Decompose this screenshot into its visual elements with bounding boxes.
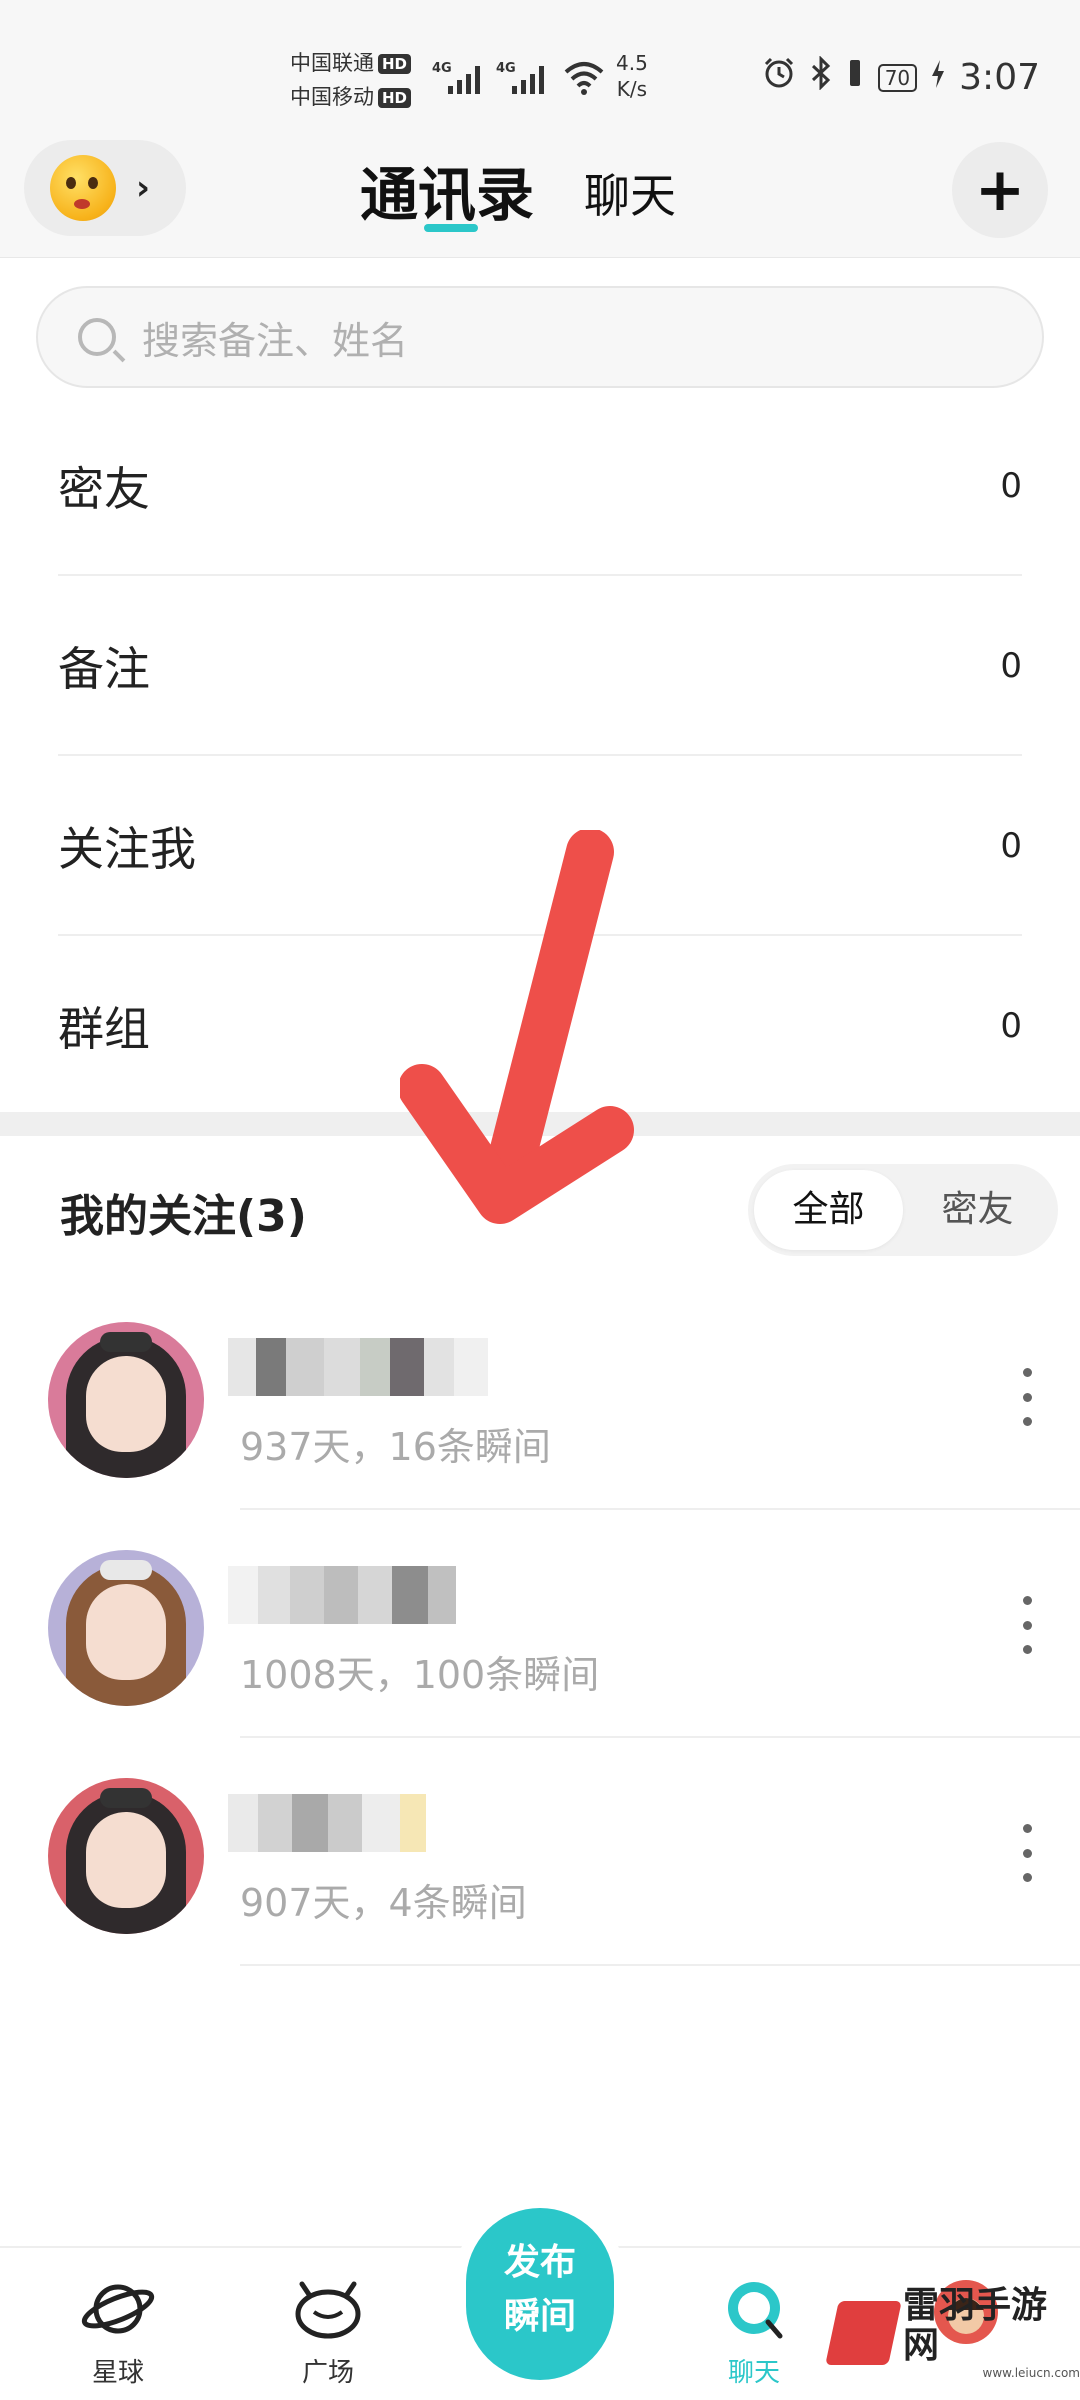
chat-icon: [728, 2282, 783, 2339]
publish-moment-button[interactable]: 发布 瞬间: [466, 2208, 614, 2380]
category-count: 0: [1000, 466, 1022, 506]
signal-icon: 4G: [496, 58, 554, 102]
watermark-url: www.leiucn.com: [982, 2366, 1080, 2380]
emoji-avatar-icon: [50, 155, 116, 221]
category-name: 密友: [58, 462, 150, 516]
blurred-name: [228, 1338, 488, 1396]
chevron-right-icon: ›: [136, 168, 151, 208]
battery-indicator: 70: [877, 63, 918, 92]
category-name: 备注: [58, 642, 150, 696]
alarm-icon: [762, 56, 796, 99]
search-icon: [78, 318, 116, 356]
category-count: 0: [1000, 646, 1022, 686]
nav-planet-label: 星球: [91, 2358, 144, 2388]
category-row-close-friends[interactable]: 密友 0: [58, 396, 1022, 576]
network-1: 4G: [432, 61, 452, 76]
net-speed: 4.5 K/s: [616, 50, 648, 102]
speed-unit: K/s: [616, 77, 648, 101]
contact-row[interactable]: 937天，16条瞬间: [0, 1282, 1080, 1510]
category-row-remarks[interactable]: 备注 0: [58, 576, 1022, 756]
contact-avatar[interactable]: [48, 1550, 204, 1706]
contact-meta: 1008天，100条瞬间: [240, 1653, 600, 1697]
hd-badge: HD: [378, 88, 412, 108]
contact-avatar[interactable]: [48, 1778, 204, 1934]
bluetooth-icon: [810, 55, 832, 99]
tab-contacts[interactable]: 通讯录: [360, 148, 534, 232]
plaza-icon: [295, 2281, 361, 2339]
more-options-icon[interactable]: [1022, 1824, 1032, 1882]
more-options-icon[interactable]: [1022, 1596, 1032, 1654]
nav-chat-label: 聊天: [727, 2358, 780, 2388]
speed-value: 4.5: [616, 51, 648, 75]
network-2: 4G: [496, 61, 516, 76]
nav-planet[interactable]: 星球: [48, 2276, 188, 2389]
annotation-arrow-icon: [398, 828, 640, 1234]
filter-close-friends-button[interactable]: 密友: [903, 1170, 1052, 1250]
blurred-name: [228, 1794, 426, 1852]
carrier-2: 中国移动: [290, 85, 374, 109]
tab-active-indicator: [424, 224, 478, 232]
signal-icon: 4G: [432, 58, 490, 102]
nav-chat[interactable]: 聊天: [684, 2276, 824, 2389]
publish-line-1: 发布: [503, 2242, 576, 2283]
watermark-name: 雷羽手游网: [902, 2285, 1047, 2366]
publish-line-2: 瞬间: [503, 2296, 576, 2337]
category-name: 关注我: [58, 822, 196, 876]
blurred-name: [228, 1566, 456, 1624]
more-options-icon[interactable]: [1022, 1368, 1032, 1426]
site-watermark: 雷羽手游网 www.leiucn.com: [825, 2285, 1080, 2380]
contact-meta: 937天，16条瞬间: [240, 1425, 551, 1469]
hd-badge: HD: [378, 54, 412, 74]
contact-meta: 907天，4条瞬间: [240, 1881, 527, 1925]
category-count: 0: [1000, 1006, 1022, 1046]
vibrate-icon: [846, 56, 864, 99]
category-count: 0: [1000, 826, 1022, 866]
filter-all-button[interactable]: 全部: [754, 1170, 903, 1250]
add-button[interactable]: +: [952, 142, 1048, 238]
clock-time: 3:07: [959, 57, 1040, 98]
status-bar: 中国联通 HD 中国移动 HD 4G 4G 4.5 K/s 70 3:07: [0, 0, 1080, 130]
carrier-info: 中国联通 HD 中国移动 HD: [290, 46, 412, 114]
contact-row[interactable]: 907天，4条瞬间: [0, 1738, 1080, 1966]
watermark-logo-icon: [825, 2301, 902, 2365]
following-title: 我的关注(3): [60, 1191, 307, 1242]
contact-avatar[interactable]: [48, 1322, 204, 1478]
nav-plaza[interactable]: 广场: [258, 2276, 398, 2389]
contact-row[interactable]: 1008天，100条瞬间: [0, 1510, 1080, 1738]
divider: [240, 1964, 1080, 1966]
wifi-icon: [562, 58, 606, 102]
following-filter: 全部 密友: [748, 1164, 1058, 1256]
search-placeholder: 搜索备注、姓名: [142, 318, 409, 363]
category-name: 群组: [58, 1002, 150, 1056]
top-header: › 通讯录 聊天 +: [0, 130, 1080, 258]
search-input[interactable]: 搜索备注、姓名: [36, 286, 1044, 388]
status-right: 70 3:07: [762, 55, 1040, 99]
nav-plaza-label: 广场: [301, 2358, 354, 2388]
profile-switch-button[interactable]: ›: [24, 140, 186, 236]
charging-icon: [931, 57, 945, 98]
plus-icon: +: [974, 155, 1026, 225]
carrier-1: 中国联通: [290, 51, 374, 75]
planet-icon: [81, 2284, 155, 2334]
tab-chat[interactable]: 聊天: [584, 160, 676, 226]
